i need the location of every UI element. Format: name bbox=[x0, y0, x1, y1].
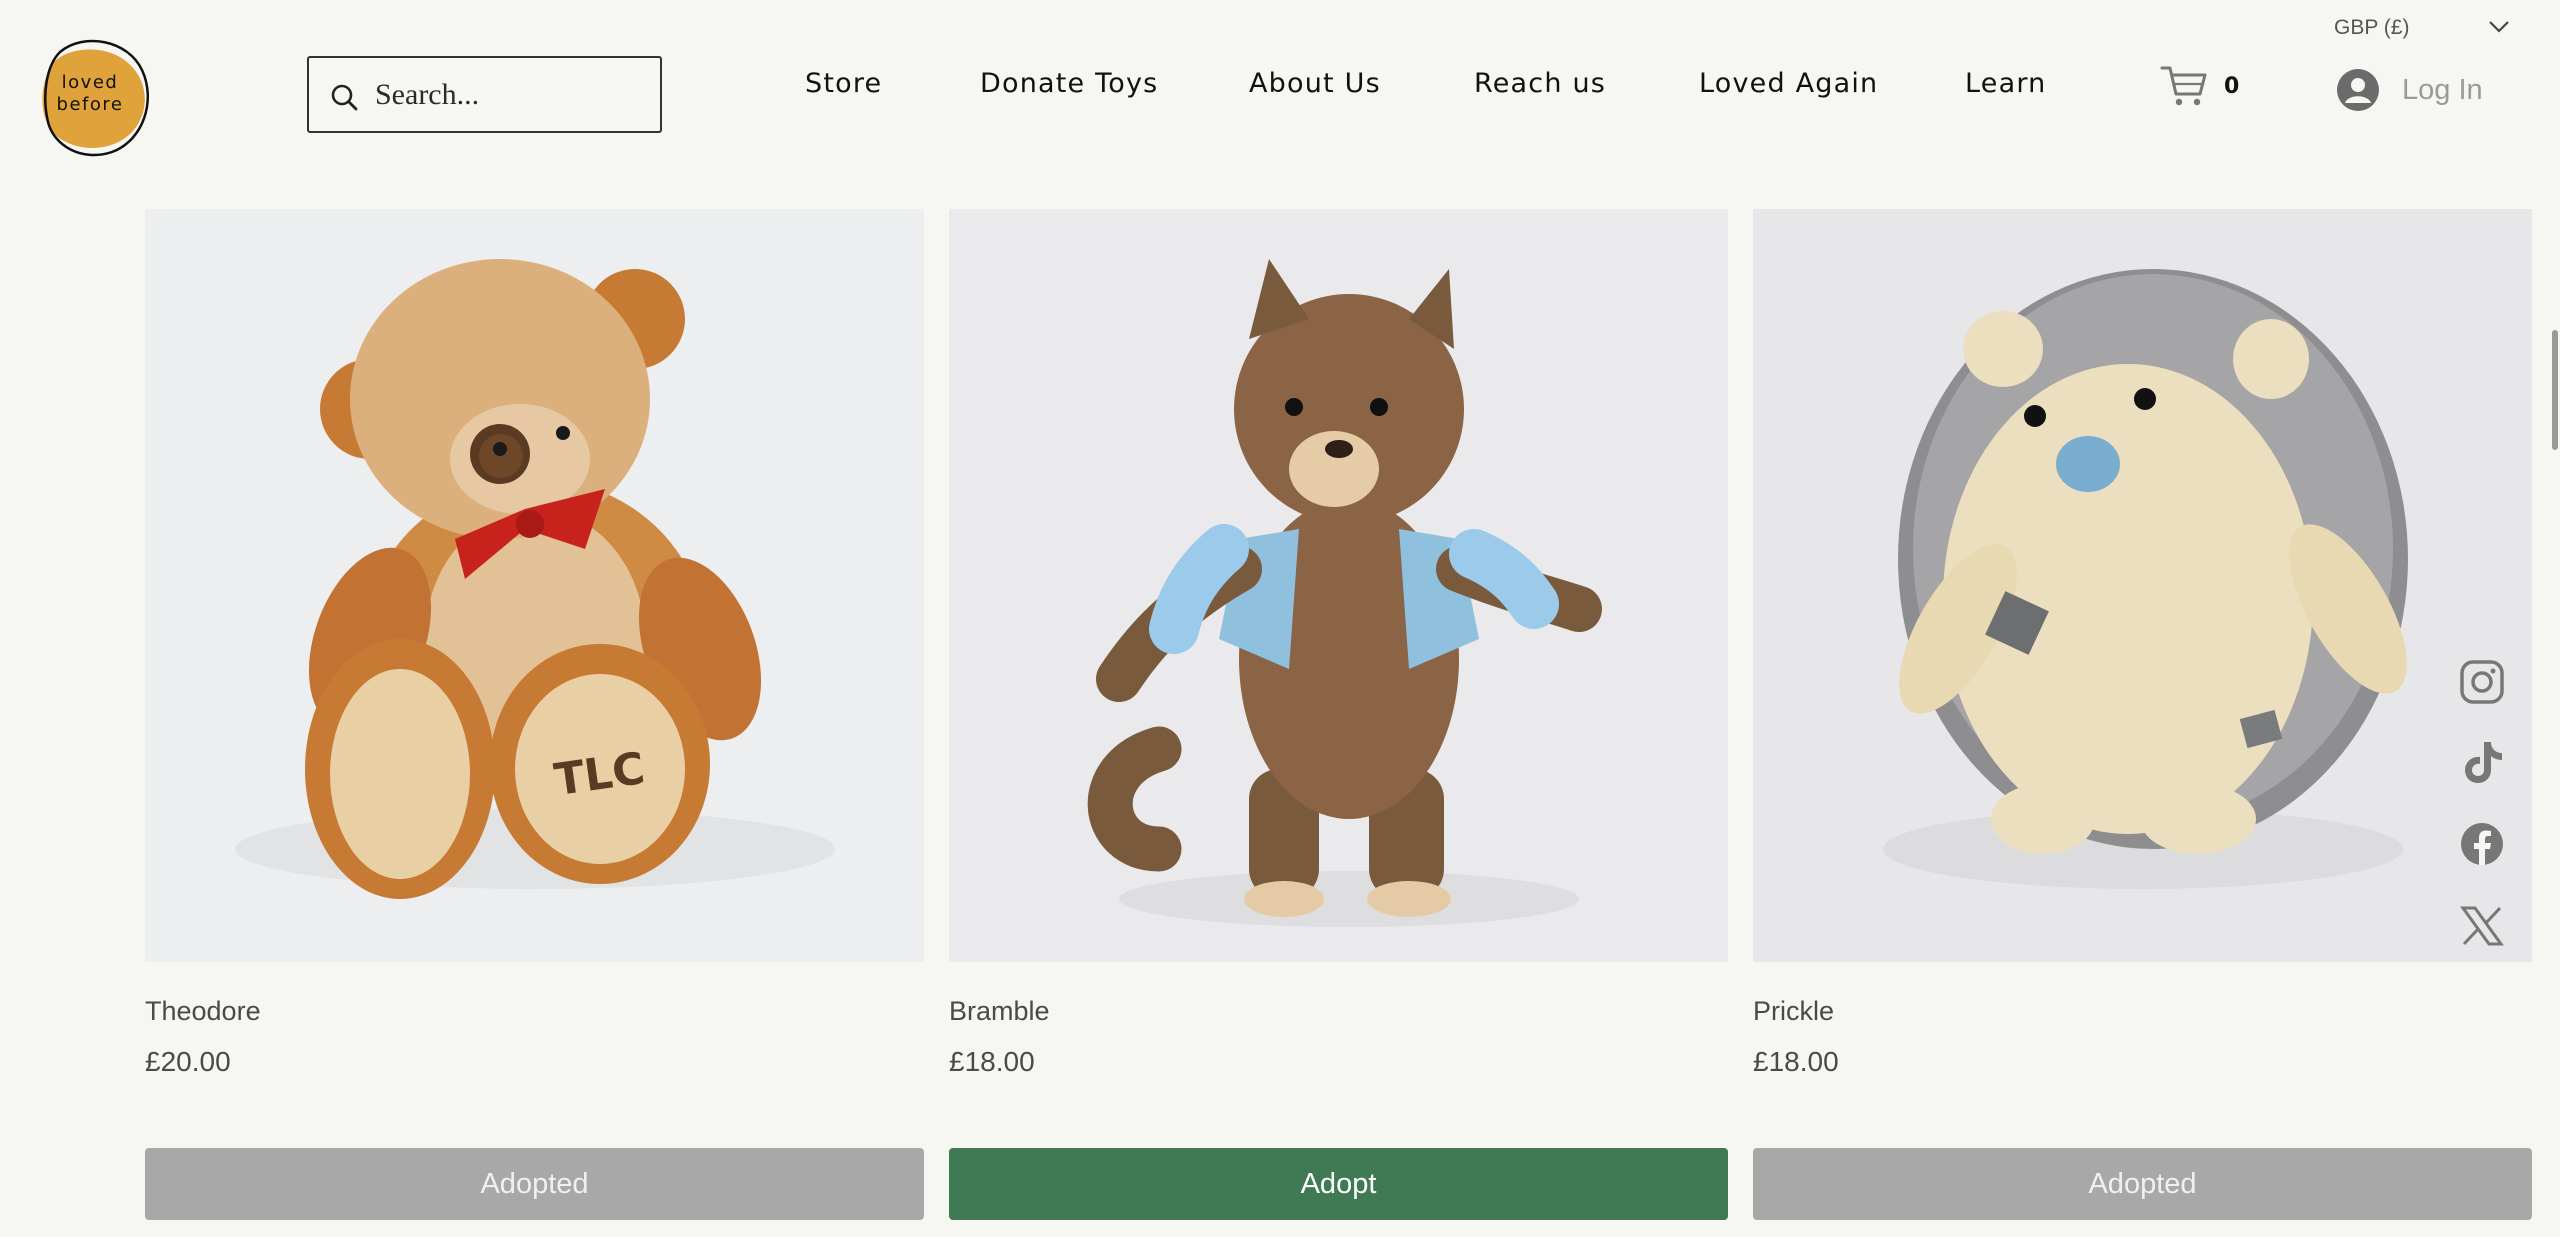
search-input[interactable] bbox=[375, 74, 645, 116]
site-header: loved before Store Donate Toys About Us … bbox=[0, 0, 2560, 182]
product-price: £18.00 bbox=[949, 1046, 1035, 1077]
tiktok-link[interactable] bbox=[2458, 738, 2506, 786]
teddy-bear-image: TLC bbox=[145, 209, 924, 962]
chevron-down-icon bbox=[2489, 21, 2509, 33]
nav-item-reach-us[interactable]: Reach us bbox=[1474, 68, 1606, 99]
x-icon bbox=[2460, 906, 2504, 946]
adopt-button[interactable]: Adopt bbox=[949, 1148, 1728, 1220]
site-logo[interactable]: loved before bbox=[26, 30, 154, 160]
product-image[interactable] bbox=[949, 209, 1728, 962]
facebook-icon bbox=[2461, 823, 2503, 865]
cart-icon bbox=[2160, 66, 2207, 106]
product-image[interactable]: TLC bbox=[145, 209, 924, 962]
hedgehog-toy-image bbox=[1753, 209, 2532, 962]
adopted-button[interactable]: Adopted bbox=[1753, 1148, 2532, 1220]
cart-count: 0 bbox=[2224, 74, 2240, 99]
x-twitter-link[interactable] bbox=[2458, 902, 2506, 950]
nav-item-about-us[interactable]: About Us bbox=[1249, 68, 1381, 99]
instagram-icon bbox=[2460, 660, 2504, 704]
facebook-link[interactable] bbox=[2458, 820, 2506, 868]
nav-item-donate-toys[interactable]: Donate Toys bbox=[980, 68, 1158, 99]
product-name[interactable]: Bramble bbox=[949, 996, 1728, 1030]
logo-text-line1: loved bbox=[61, 72, 119, 93]
nav-item-loved-again[interactable]: Loved Again bbox=[1699, 68, 1878, 99]
logo-text-line2: before bbox=[56, 94, 124, 115]
search-box[interactable] bbox=[307, 56, 662, 133]
adopted-button[interactable]: Adopted bbox=[145, 1148, 924, 1220]
user-avatar-icon bbox=[2337, 69, 2379, 111]
product-name[interactable]: Prickle bbox=[1753, 996, 2532, 1030]
product-card[interactable]: Bramble £18.00 bbox=[949, 209, 1728, 1080]
product-name[interactable]: Theodore bbox=[145, 996, 924, 1030]
cart-button[interactable]: 0 bbox=[2160, 64, 2240, 112]
search-icon bbox=[331, 84, 358, 111]
currency-label: GBP (£) bbox=[2334, 16, 2410, 39]
login-label: Log In bbox=[2402, 74, 2483, 106]
instagram-link[interactable] bbox=[2458, 658, 2506, 706]
product-card[interactable]: Prickle £18.00 bbox=[1753, 209, 2532, 1080]
product-price: £20.00 bbox=[145, 1046, 231, 1077]
product-card[interactable]: TLC Theodore £20.00 bbox=[145, 209, 924, 1080]
nav-item-learn[interactable]: Learn bbox=[1965, 68, 2046, 99]
product-price: £18.00 bbox=[1753, 1046, 1839, 1077]
nav-item-store[interactable]: Store bbox=[805, 68, 882, 99]
cat-toy-image bbox=[949, 209, 1728, 962]
scrollbar-thumb[interactable] bbox=[2552, 330, 2558, 450]
tiktok-icon bbox=[2465, 742, 2502, 783]
currency-selector[interactable]: GBP (£) bbox=[2334, 14, 2514, 46]
login-button[interactable]: Log In bbox=[2334, 66, 2524, 114]
product-image[interactable] bbox=[1753, 209, 2532, 962]
